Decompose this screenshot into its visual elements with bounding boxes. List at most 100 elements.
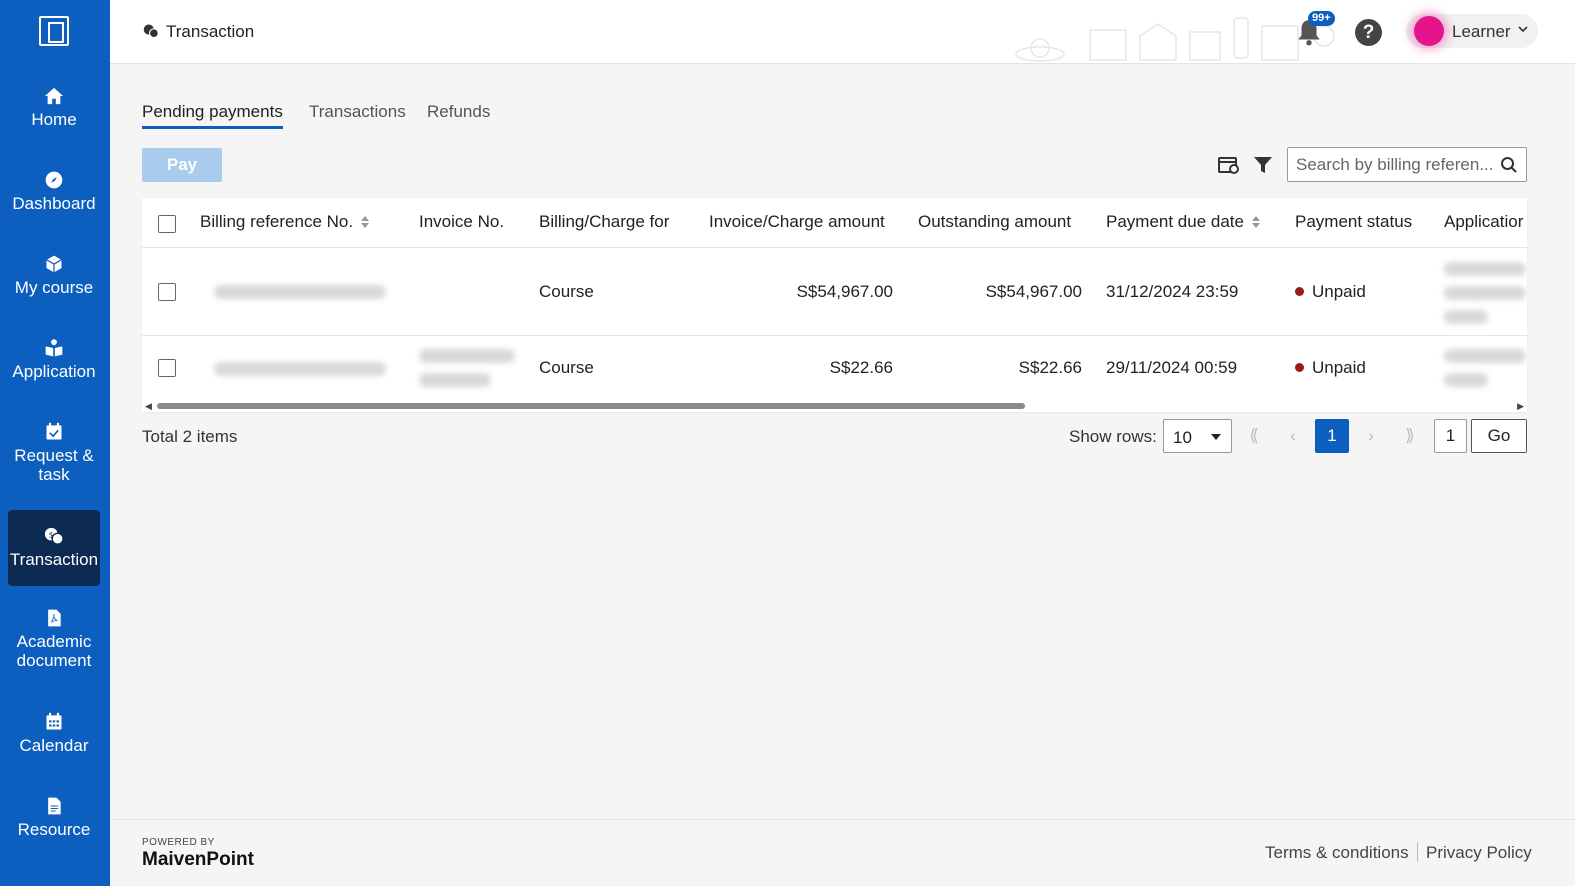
transaction-icon: $	[44, 527, 64, 545]
cell-invoice-amount: S$54,967.00	[796, 282, 893, 301]
sidebar-item-dashboard[interactable]: Dashboard	[8, 170, 100, 220]
status-dot-icon	[1295, 287, 1304, 296]
search-input[interactable]	[1296, 154, 1496, 176]
next-page-icon[interactable]: ›	[1354, 419, 1388, 453]
column-header-application: Applicatior	[1444, 212, 1524, 231]
sidebar-item-label: task	[38, 465, 70, 484]
filter-icon[interactable]	[1252, 155, 1274, 175]
notification-badge: 99+	[1308, 11, 1335, 26]
status-badge: Unpaid	[1295, 358, 1366, 378]
privacy-link[interactable]: Privacy Policy	[1426, 843, 1532, 863]
tab-transactions[interactable]: Transactions	[309, 102, 406, 122]
rows-per-page-value: 10	[1173, 428, 1192, 447]
search-icon[interactable]	[1500, 156, 1518, 174]
redacted-billing-ref	[214, 285, 386, 299]
status-label: Unpaid	[1312, 282, 1366, 301]
sidebar-item-application[interactable]: Application	[8, 338, 100, 388]
app-logo[interactable]	[39, 16, 69, 46]
top-header: Transaction 99+ ? Learner	[110, 0, 1575, 64]
user-name: Learner	[1452, 22, 1511, 41]
search-box	[1287, 147, 1527, 182]
sidebar-item-label: Request &	[14, 446, 94, 465]
sidebar: Home Dashboard My course Application Req…	[0, 0, 110, 886]
svg-text:$: $	[49, 529, 54, 539]
total-items: Total 2 items	[142, 427, 238, 446]
redacted-invoice-no	[419, 349, 515, 363]
redacted-application	[1444, 373, 1488, 387]
show-rows-label: Show rows:	[1069, 427, 1157, 446]
last-page-icon[interactable]: ⟫	[1393, 419, 1427, 453]
first-page-icon[interactable]: ⟪	[1237, 419, 1271, 453]
sidebar-item-label: Calendar	[19, 736, 89, 755]
rows-per-page-select[interactable]: 10	[1163, 419, 1232, 453]
sidebar-item-label: My course	[14, 278, 94, 297]
page-jump-input[interactable]: 1	[1434, 419, 1467, 453]
row-checkbox[interactable]	[158, 283, 176, 301]
avatar	[1414, 16, 1444, 46]
transaction-icon	[143, 24, 159, 39]
powered-by-label: POWERED BY	[142, 837, 215, 848]
go-button[interactable]: Go	[1471, 419, 1527, 453]
column-header-billing-ref[interactable]: Billing reference No.	[200, 212, 370, 232]
prev-page-icon[interactable]: ‹	[1276, 419, 1310, 453]
redacted-application	[1444, 262, 1526, 276]
sidebar-item-calendar[interactable]: Calendar	[8, 712, 100, 762]
scroll-left-icon[interactable]: ◀	[145, 401, 152, 412]
sidebar-item-label: Home	[31, 110, 77, 129]
sidebar-item-label: document	[16, 651, 92, 670]
redacted-invoice-no	[419, 373, 491, 387]
brand-logo: MaivenPoint	[142, 849, 254, 870]
calendar-icon	[46, 712, 62, 730]
calendar-check-icon	[46, 422, 62, 440]
column-header-payment-status: Payment status	[1295, 212, 1413, 231]
cell-charge-for: Course	[539, 358, 594, 377]
chevron-down-icon	[1518, 26, 1528, 33]
scroll-right-icon[interactable]: ▶	[1517, 401, 1524, 412]
sidebar-item-academic-document[interactable]: Academic document	[8, 608, 100, 674]
cell-due-date: 29/11/2024 00:59	[1106, 358, 1238, 377]
sort-icon[interactable]	[1251, 216, 1260, 228]
column-header-charge-for: Billing/Charge for	[539, 212, 670, 231]
redacted-application	[1444, 349, 1526, 363]
cell-outstanding: S$22.66	[1018, 358, 1082, 377]
select-all-checkbox[interactable]	[158, 215, 176, 233]
redacted-application	[1444, 286, 1526, 300]
caret-down-icon	[1211, 434, 1221, 440]
user-menu[interactable]: Learner	[1406, 14, 1538, 48]
row-checkbox[interactable]	[158, 359, 176, 377]
status-label: Unpaid	[1312, 358, 1366, 377]
sidebar-item-my-course[interactable]: My course	[8, 254, 100, 304]
home-icon	[44, 87, 64, 105]
horizontal-scrollbar[interactable]: ◀ ▶	[142, 398, 1527, 412]
column-header-outstanding: Outstanding amount	[918, 212, 1072, 231]
pdf-icon	[48, 609, 61, 627]
sidebar-item-home[interactable]: Home	[8, 86, 100, 136]
scrollbar-thumb[interactable]	[157, 403, 1025, 409]
redacted-billing-ref	[214, 362, 386, 376]
page-button-current[interactable]: 1	[1315, 419, 1349, 453]
status-badge: Unpaid	[1295, 282, 1366, 302]
sidebar-item-label: Academic	[16, 632, 92, 651]
sidebar-item-label: Transaction	[9, 550, 99, 569]
sidebar-item-label: Resource	[17, 820, 91, 839]
cell-due-date: 31/12/2024 23:59	[1106, 282, 1239, 301]
column-header-due-date[interactable]: Payment due date	[1106, 212, 1260, 232]
sidebar-item-resource[interactable]: Resource	[8, 796, 100, 846]
footer-divider	[1417, 842, 1418, 862]
column-settings-icon[interactable]	[1218, 155, 1240, 175]
application-icon	[45, 339, 63, 357]
pending-payments-table: Billing reference No. Invoice No. Billin…	[142, 198, 1527, 412]
sidebar-item-request-task[interactable]: Request & task	[8, 422, 100, 488]
tab-refunds[interactable]: Refunds	[427, 102, 490, 122]
file-icon	[48, 797, 61, 815]
terms-link[interactable]: Terms & conditions	[1265, 843, 1409, 863]
cell-charge-for: Course	[539, 282, 594, 301]
cell-invoice-amount: S$22.66	[829, 358, 893, 377]
sidebar-item-transaction[interactable]: $ Transaction	[8, 510, 100, 586]
page-title: Transaction	[142, 22, 254, 42]
pay-button[interactable]: Pay	[142, 148, 222, 182]
compass-icon	[45, 171, 63, 189]
sort-icon[interactable]	[361, 216, 370, 228]
tab-pending-payments[interactable]: Pending payments	[142, 102, 283, 129]
help-icon[interactable]: ?	[1355, 19, 1382, 46]
